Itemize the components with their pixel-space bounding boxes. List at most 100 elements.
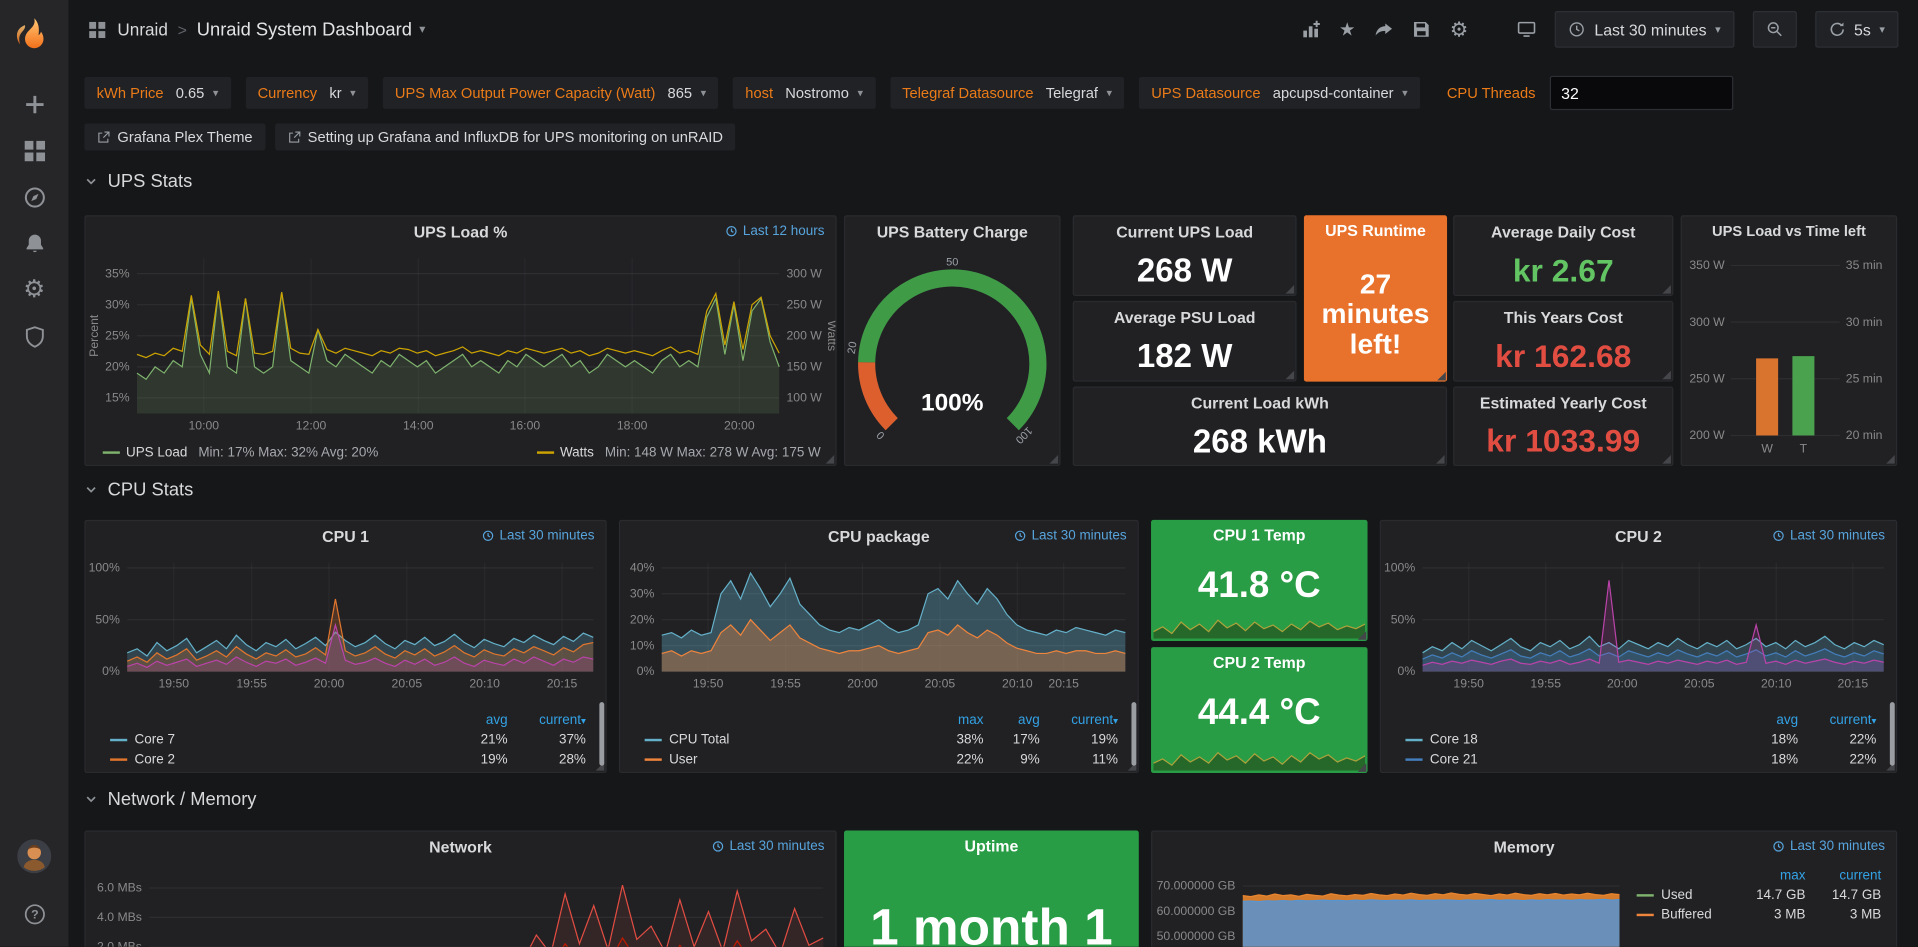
help-icon[interactable]: ? bbox=[7, 890, 61, 936]
panel-title[interactable]: CPU 1 Temp bbox=[1151, 520, 1368, 551]
svg-text:150 W: 150 W bbox=[787, 360, 823, 374]
panel-title[interactable]: Average Daily Cost bbox=[1454, 217, 1672, 248]
memory-chart[interactable]: 50.000000 GB60.000000 GB70.000000 GB bbox=[1152, 864, 1629, 947]
legend-series[interactable]: Core 21 bbox=[1405, 752, 1734, 767]
svg-text:20:15: 20:15 bbox=[1048, 676, 1079, 690]
share-icon[interactable] bbox=[1374, 20, 1394, 40]
variable-ups-datasource[interactable]: UPS Datasource apcupsd-container ▾ bbox=[1139, 77, 1420, 109]
grafana-logo-icon[interactable] bbox=[7, 10, 61, 64]
sort-caret-icon: ▾ bbox=[1871, 716, 1876, 727]
panel-title[interactable]: UPS Runtime bbox=[1304, 215, 1447, 246]
cpu2-chart[interactable]: 19:5019:5520:0020:0520:1020:150%50%100% bbox=[1381, 553, 1896, 694]
ups-load-time-bar-chart[interactable]: 200 W250 W300 W350 W20 min25 min30 min35… bbox=[1682, 248, 1896, 460]
refresh-button[interactable]: 5s ▾ bbox=[1815, 11, 1899, 48]
legend-series[interactable]: Used bbox=[1637, 888, 1735, 903]
legend-sort-avg[interactable]: avg bbox=[444, 713, 508, 728]
breadcrumb-folder[interactable]: Unraid bbox=[117, 20, 167, 40]
panel-title[interactable]: Current Load kWh bbox=[1074, 388, 1446, 419]
variable-value[interactable]: 865 bbox=[668, 84, 693, 101]
add-icon[interactable] bbox=[7, 81, 61, 127]
variable-currency[interactable]: Currency kr ▾ bbox=[245, 77, 368, 109]
panel-title[interactable]: This Years Cost bbox=[1454, 302, 1672, 333]
legend-series[interactable]: Buffered bbox=[1637, 908, 1735, 923]
legend-scrollbar[interactable] bbox=[1131, 702, 1136, 766]
variable-value[interactable]: Telegraf bbox=[1046, 84, 1098, 101]
legend: avg current▾ Core 7 21% 37% Core 2 19% 2… bbox=[86, 711, 596, 770]
legend-sort-current[interactable]: current▾ bbox=[1798, 713, 1876, 728]
panel-title[interactable]: CPU 2 Temp bbox=[1151, 647, 1368, 678]
link-grafana-plex-theme[interactable]: Grafana Plex Theme bbox=[84, 124, 264, 151]
dashboards-icon[interactable] bbox=[7, 127, 61, 173]
dashboard-settings-gear-icon[interactable]: ⚙ bbox=[1450, 19, 1469, 40]
legend-sort-max[interactable]: max bbox=[1734, 868, 1805, 883]
legend-item[interactable]: UPS LoadMin: 17% Max: 32% Avg: 20% bbox=[103, 445, 379, 460]
ups-load-chart[interactable]: 10:0012:0014:0016:0018:0020:0015%20%25%3… bbox=[86, 248, 836, 435]
zoom-out-button[interactable] bbox=[1753, 11, 1797, 48]
legend-scrollbar[interactable] bbox=[1890, 702, 1895, 766]
svg-text:200 W: 200 W bbox=[787, 328, 823, 342]
explore-compass-icon[interactable] bbox=[7, 174, 61, 220]
cpu-package-chart[interactable]: 19:5019:5520:0020:0520:1020:150%10%20%30… bbox=[620, 553, 1137, 694]
panel-title[interactable]: UPS Load % bbox=[86, 217, 836, 248]
legend: UPS LoadMin: 17% Max: 32% Avg: 20% Watts… bbox=[103, 445, 821, 460]
svg-text:15%: 15% bbox=[105, 391, 130, 405]
star-icon[interactable]: ★ bbox=[1339, 20, 1355, 38]
panel-uptime: Uptime 1 month 1 bbox=[844, 831, 1139, 947]
legend-series[interactable]: CPU Total bbox=[645, 733, 923, 748]
section-network-memory[interactable]: Network / Memory bbox=[84, 789, 256, 810]
tv-cycle-icon[interactable] bbox=[1517, 20, 1537, 40]
svg-text:6.0 MBs: 6.0 MBs bbox=[97, 881, 142, 895]
user-avatar[interactable] bbox=[17, 839, 51, 873]
legend-series[interactable]: Core 7 bbox=[110, 733, 444, 748]
panel-ups-battery-charge: UPS Battery Charge 02050100100% bbox=[844, 215, 1061, 466]
section-title: CPU Stats bbox=[108, 479, 194, 500]
legend-sort-max[interactable]: max bbox=[922, 713, 983, 728]
stat-value: kr 2.67 bbox=[1454, 247, 1672, 295]
external-link-icon bbox=[287, 130, 300, 143]
link-label: Setting up Grafana and InfluxDB for UPS … bbox=[308, 128, 723, 145]
save-icon[interactable] bbox=[1412, 20, 1432, 40]
variable-kwh-price[interactable]: kWh Price 0.65 ▾ bbox=[84, 77, 230, 109]
panel-ups-load: UPS Load % Last 12 hours 10:0012:0014:00… bbox=[84, 215, 836, 466]
legend-sort-current[interactable]: current bbox=[1805, 868, 1881, 883]
variable-value[interactable]: kr bbox=[329, 84, 341, 101]
add-panel-icon[interactable] bbox=[1301, 20, 1321, 40]
panel-title[interactable]: Current UPS Load bbox=[1074, 217, 1295, 248]
section-ups-stats[interactable]: UPS Stats bbox=[84, 171, 192, 192]
caret-down-icon: ▾ bbox=[701, 86, 707, 99]
variable-value[interactable]: apcupsd-container bbox=[1273, 84, 1394, 101]
link-ups-monitoring-guide[interactable]: Setting up Grafana and InfluxDB for UPS … bbox=[275, 124, 736, 151]
variable-ups-max-output[interactable]: UPS Max Output Power Capacity (Watt) 865… bbox=[383, 77, 719, 109]
legend-series[interactable]: Core 2 bbox=[110, 752, 444, 767]
legend-sort-current[interactable]: current▾ bbox=[1040, 713, 1118, 728]
legend-scrollbar[interactable] bbox=[599, 702, 604, 766]
page-title[interactable]: Unraid System Dashboard bbox=[197, 19, 412, 40]
panel-title[interactable]: Average PSU Load bbox=[1074, 302, 1295, 333]
panel-title[interactable]: UPS Load vs Time left bbox=[1682, 217, 1896, 248]
alerting-bell-icon[interactable] bbox=[7, 220, 61, 266]
legend: avg current▾ Core 18 18% 22% Core 21 18%… bbox=[1381, 711, 1886, 770]
server-admin-shield-icon[interactable] bbox=[7, 313, 61, 359]
cpu1-chart[interactable]: 19:5019:5520:0020:0520:1020:150%50%100% bbox=[86, 553, 606, 694]
legend-series[interactable]: Core 18 bbox=[1405, 733, 1734, 748]
svg-text:4.0 MBs: 4.0 MBs bbox=[97, 910, 142, 924]
panel-title[interactable]: Estimated Yearly Cost bbox=[1454, 388, 1672, 419]
legend-sort-current[interactable]: current▾ bbox=[508, 713, 586, 728]
dashboard-caret-icon[interactable]: ▾ bbox=[419, 23, 425, 36]
section-cpu-stats[interactable]: CPU Stats bbox=[84, 479, 193, 500]
variable-value[interactable]: Nostromo bbox=[785, 84, 849, 101]
legend-item[interactable]: WattsMin: 148 W Max: 278 W Avg: 175 W bbox=[537, 445, 821, 460]
panel-title[interactable]: Uptime bbox=[844, 831, 1139, 862]
legend-series[interactable]: User bbox=[645, 752, 923, 767]
variable-host[interactable]: host Nostromo ▾ bbox=[733, 77, 875, 109]
legend-sort-avg[interactable]: avg bbox=[983, 713, 1039, 728]
legend: max avg current▾ CPU Total 38% 17% 19% U… bbox=[620, 711, 1128, 770]
variable-value[interactable]: 0.65 bbox=[176, 84, 205, 101]
legend-sort-avg[interactable]: avg bbox=[1734, 713, 1798, 728]
variable-telegraf-datasource[interactable]: Telegraf Datasource Telegraf ▾ bbox=[890, 77, 1124, 109]
configuration-gear-icon[interactable]: ⚙ bbox=[7, 267, 61, 313]
network-chart[interactable]: 2.0 MBs4.0 MBs6.0 MBs bbox=[86, 864, 836, 947]
panel-title[interactable]: UPS Battery Charge bbox=[845, 217, 1059, 248]
time-range-picker[interactable]: Last 30 minutes ▾ bbox=[1555, 11, 1734, 48]
cpu-threads-input[interactable] bbox=[1550, 76, 1733, 110]
